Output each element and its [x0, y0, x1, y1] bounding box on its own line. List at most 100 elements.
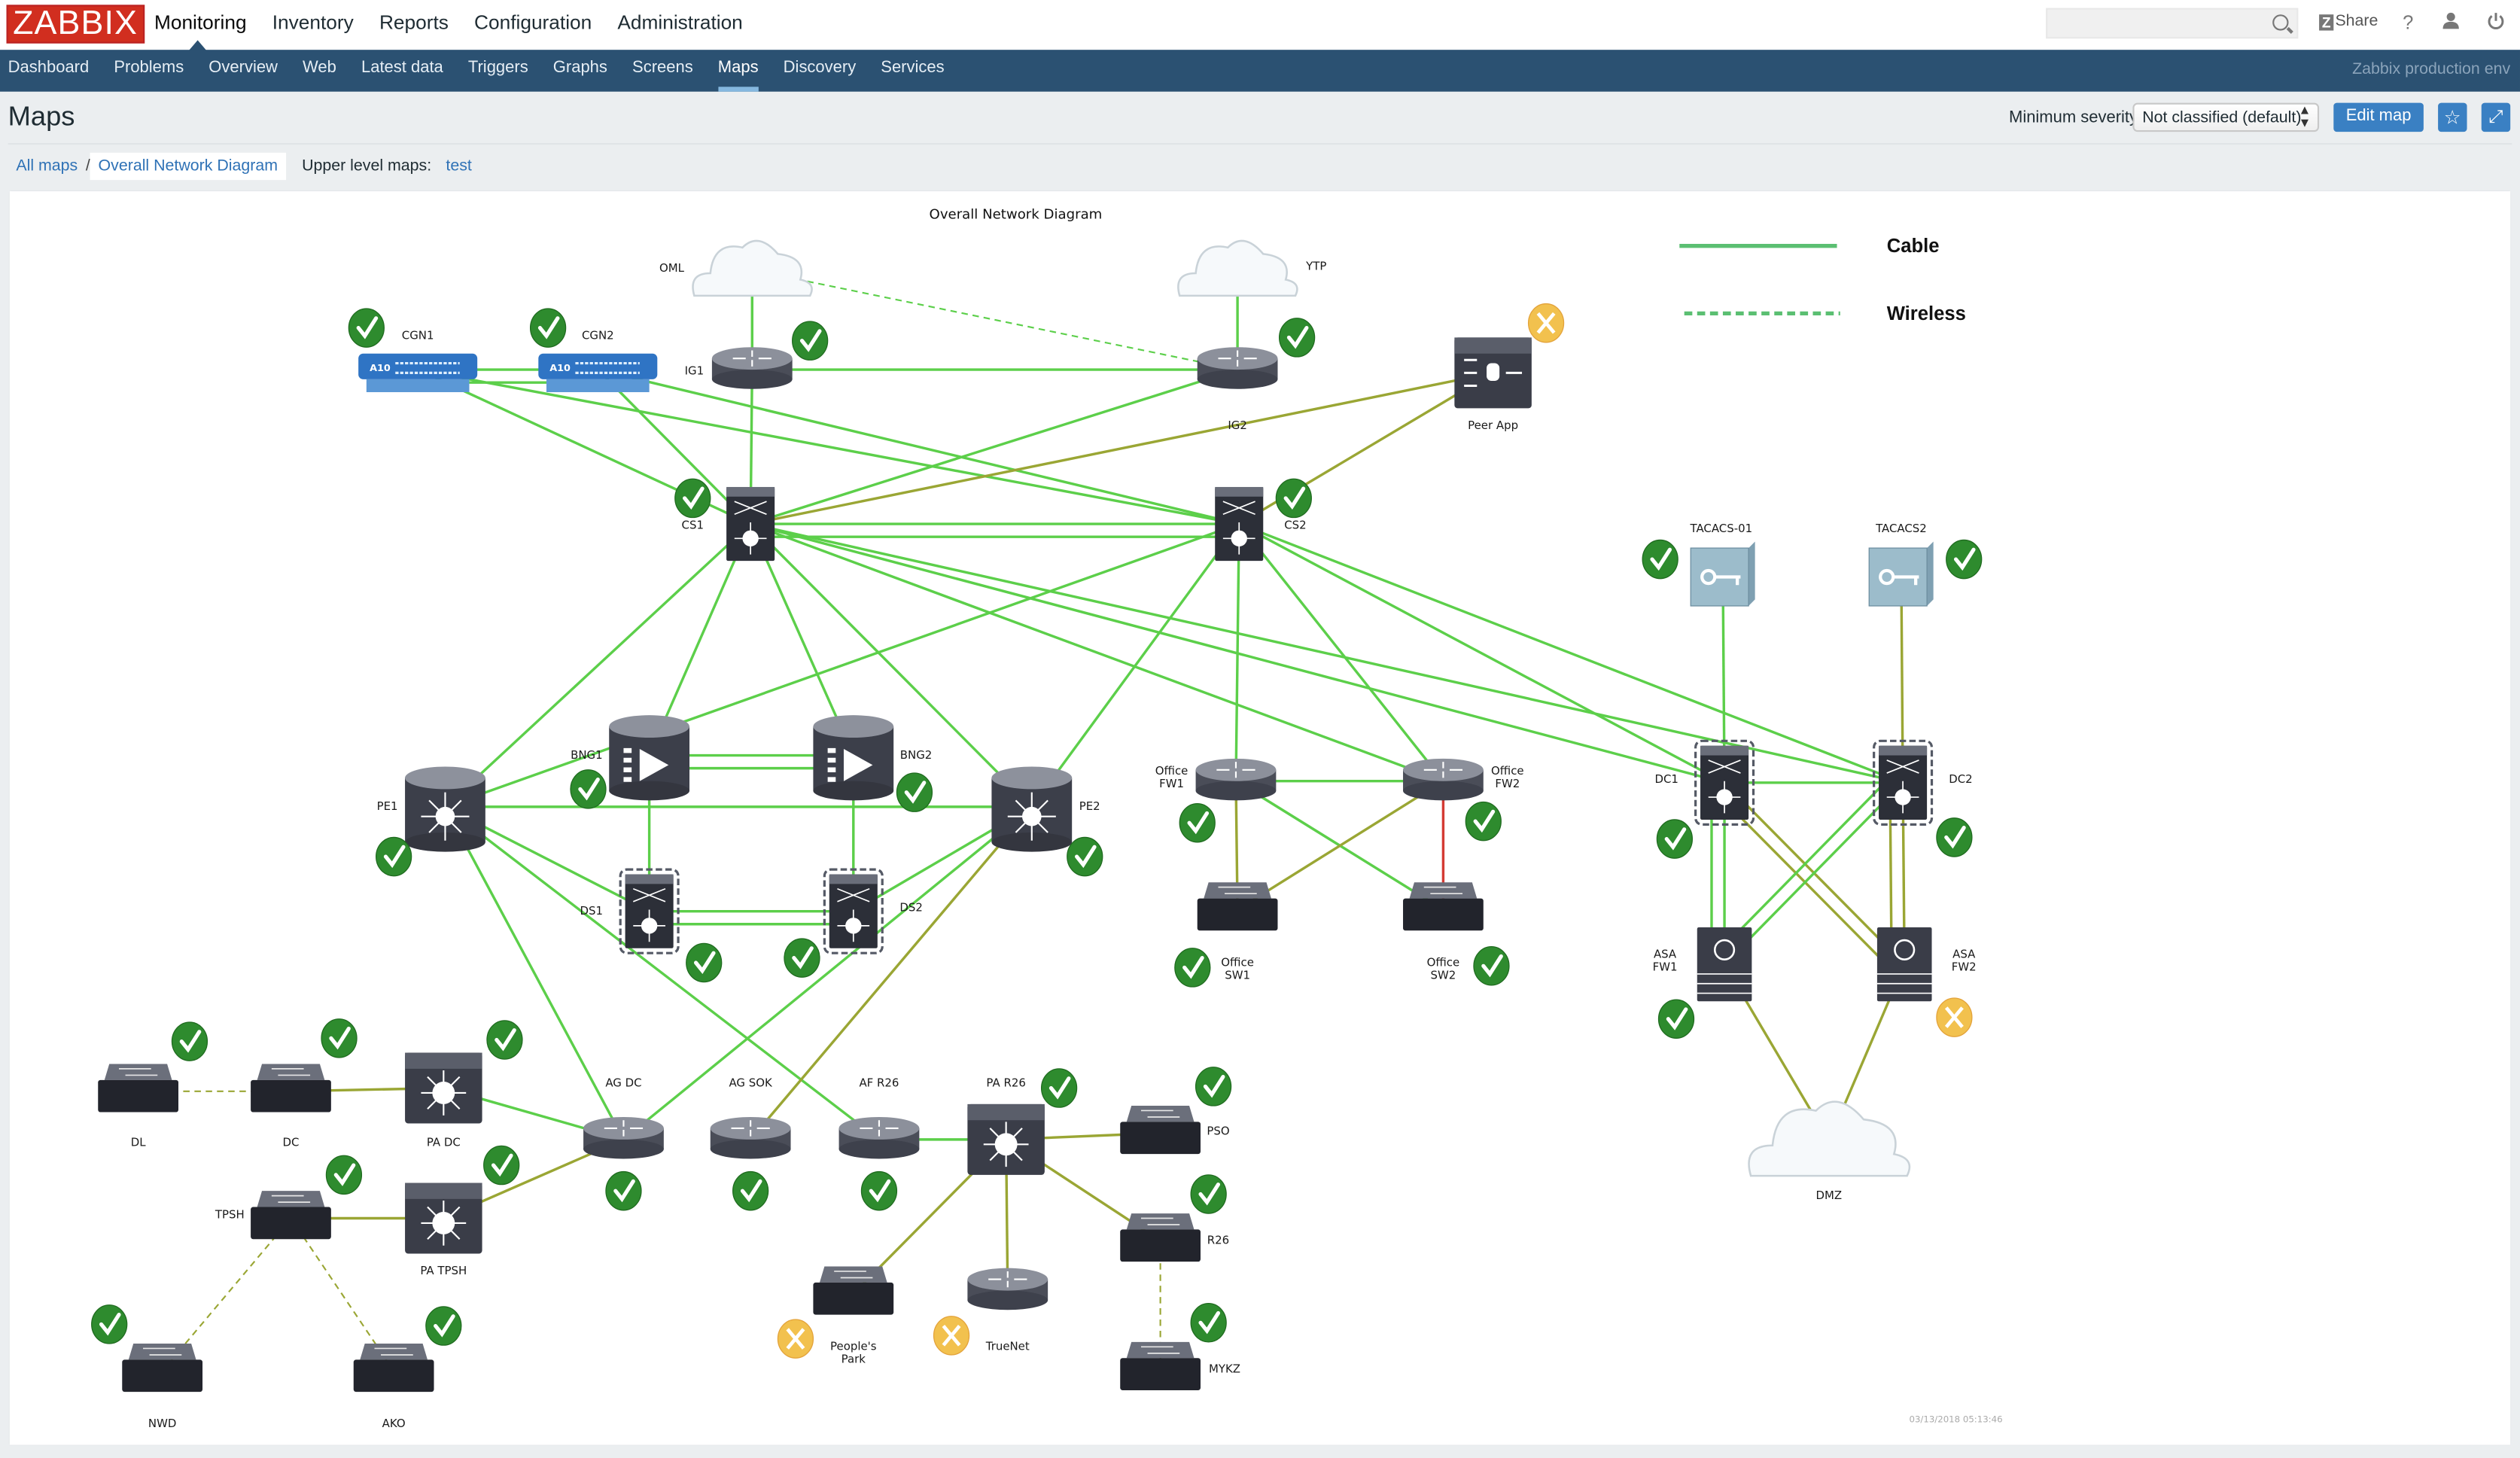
map-element-tacacs2[interactable]: TACACS2 [1868, 522, 1983, 607]
subnav-screens[interactable]: Screens [632, 59, 693, 77]
main-menu-monitoring[interactable]: Monitoring [154, 11, 247, 34]
edit-map-button[interactable]: Edit map [2333, 102, 2424, 132]
share-button[interactable]: Z Share [2319, 13, 2378, 31]
map-element-nwd[interactable]: NWD [91, 1304, 203, 1430]
map-element-r26[interactable]: R26 [1120, 1174, 1229, 1262]
map-element-par26[interactable]: PA R26 [967, 1068, 1078, 1175]
legend: Cable Wireless [1679, 236, 1966, 324]
map-element-ig1[interactable]: IG1 [685, 321, 829, 389]
legend-cable-label: Cable [1887, 236, 1940, 257]
map-element-ytp[interactable]: YTP [1177, 239, 1326, 297]
map-element-tpsh[interactable]: TPSH [215, 1155, 363, 1240]
map-element-label: YTP [1305, 260, 1326, 273]
map-link-cgn1-cs2[interactable] [417, 368, 1240, 525]
map-link-pe2-agdc[interactable] [622, 805, 1033, 1141]
map-element-pe2[interactable]: PE2 [991, 766, 1103, 877]
map-element-tacacs01[interactable]: TACACS-01 [1642, 522, 1755, 607]
key-server-icon [1690, 541, 1755, 607]
map-element-label: ASA FW1 [1653, 948, 1678, 974]
map-element-label: AG DC [605, 1076, 641, 1089]
map-element-mykz[interactable]: MYKZ [1120, 1303, 1240, 1390]
map-element-osw1[interactable]: Office SW1 [1174, 882, 1278, 988]
map-element-dc1[interactable]: DC1 [1654, 739, 1755, 859]
main-menu-configuration[interactable]: Configuration [474, 11, 592, 34]
map-element-padc[interactable]: PA DC [405, 1020, 523, 1149]
map-element-label: CS1 [682, 518, 704, 531]
help-icon[interactable]: ? [2403, 11, 2413, 34]
map-element-label: R26 [1207, 1234, 1229, 1247]
map-element-patpsh[interactable]: PA TPSH [405, 1145, 520, 1277]
subnav-problems[interactable]: Problems [114, 59, 184, 77]
map-element-dl[interactable]: DL [98, 1021, 208, 1149]
map-element-asafw1[interactable]: ASA FW1 [1653, 927, 1752, 1039]
search-input[interactable] [2047, 12, 2278, 40]
map-link-cs2-ofw1[interactable] [1234, 524, 1240, 781]
map-element-label: PE1 [377, 799, 398, 813]
map-element-peerapp[interactable]: Peer App [1454, 303, 1565, 433]
main-menu-inventory[interactable]: Inventory [272, 11, 354, 34]
breadcrumb-all-maps[interactable]: All maps [8, 157, 86, 174]
subnav-dashboard[interactable]: Dashboard [8, 59, 90, 77]
subnav-latest-data[interactable]: Latest data [361, 59, 443, 77]
status-ok-icon [784, 938, 820, 978]
subnav-web[interactable]: Web [303, 59, 336, 77]
map-element-ako[interactable]: AKO [353, 1306, 462, 1430]
map-element-ofw1[interactable]: Office FW1 [1155, 758, 1277, 843]
upper-level-map-link[interactable]: test [438, 157, 480, 174]
star-icon: ☆ [2443, 105, 2461, 129]
subnav-discovery[interactable]: Discovery [784, 59, 857, 77]
map-element-cgn2[interactable]: A10 CGN2 [529, 308, 658, 392]
fullscreen-button[interactable]: ⤢ [2481, 102, 2511, 132]
min-severity-value: Not classified (default) [2142, 109, 2302, 127]
search-box [2046, 8, 2299, 40]
map-element-pe1[interactable]: PE1 [375, 766, 485, 877]
map-element-label: Office SW1 [1221, 955, 1254, 982]
map-element-asafw2[interactable]: ASA FW2 [1876, 927, 1977, 1037]
map-element-agsok[interactable]: AG SOK [710, 1076, 791, 1211]
status-ok-icon [896, 772, 933, 812]
subnav-overview[interactable]: Overview [208, 59, 278, 77]
zabbix-logo[interactable]: ZABBIX [6, 5, 145, 44]
map-link-cs1-pe1[interactable] [444, 522, 752, 808]
map-link-cs2-dc2[interactable] [1238, 522, 1904, 784]
map-element-truenet[interactable]: TrueNet [933, 1268, 1048, 1356]
subnav-graphs[interactable]: Graphs [553, 59, 607, 77]
map-element-agdc[interactable]: AG DC [583, 1076, 664, 1211]
map-element-ofw2[interactable]: Office FW2 [1403, 758, 1524, 842]
cache-appliance-icon [1454, 337, 1532, 409]
upper-level-maps-label: Upper level maps: [302, 157, 432, 175]
map-element-bng2[interactable]: BNG2 [813, 715, 933, 812]
map-element-osw2[interactable]: Office SW2 [1403, 882, 1510, 986]
map-element-dc[interactable]: DC [251, 1018, 358, 1149]
subnav-maps[interactable]: Maps [717, 59, 759, 92]
map-element-peoplespark[interactable]: People's Park [777, 1266, 894, 1366]
main-menu-reports[interactable]: Reports [379, 11, 449, 34]
router-icon [967, 1268, 1048, 1310]
subnav-triggers[interactable]: Triggers [468, 59, 528, 77]
switch-icon [1120, 1341, 1201, 1390]
map-link-pe1-afr26[interactable] [444, 805, 880, 1141]
breadcrumb: All maps / Overall Network Diagram Upper… [8, 151, 480, 180]
map-element-afr26[interactable]: AF R26 [838, 1076, 920, 1211]
map-element-label: PSO [1207, 1124, 1229, 1137]
map-element-oml[interactable]: OML [659, 239, 813, 297]
map-element-cs2[interactable]: CS2 [1215, 478, 1312, 562]
map-element-dc2[interactable]: DC2 [1873, 739, 1973, 857]
min-severity-select[interactable]: Not classified (default) ▲ ▼ [2132, 102, 2320, 132]
map-element-ig2[interactable]: IG2 [1197, 318, 1316, 432]
cloud-icon [1177, 239, 1298, 297]
subnav-services[interactable]: Services [881, 59, 944, 77]
map-element-pso[interactable]: PSO [1120, 1067, 1232, 1155]
status-ok-icon [1936, 817, 1973, 857]
core-switch-icon [726, 486, 775, 562]
search-icon[interactable] [2272, 14, 2289, 31]
main-menu-administration[interactable]: Administration [617, 11, 742, 34]
map-element-dmz[interactable]: DMZ [1748, 1100, 1911, 1202]
cloud-icon [1748, 1100, 1911, 1177]
map-element-bng1[interactable]: BNG1 [570, 715, 690, 809]
select-arrows-icon: ▲ ▼ [2298, 102, 2312, 130]
map-link-oml-ig2[interactable] [752, 269, 1238, 371]
map-element-cgn1[interactable]: A10 CGN1 [348, 308, 478, 392]
breadcrumb-current-map[interactable]: Overall Network Diagram [90, 151, 286, 180]
add-to-favourites-button[interactable]: ☆ [2438, 102, 2467, 132]
